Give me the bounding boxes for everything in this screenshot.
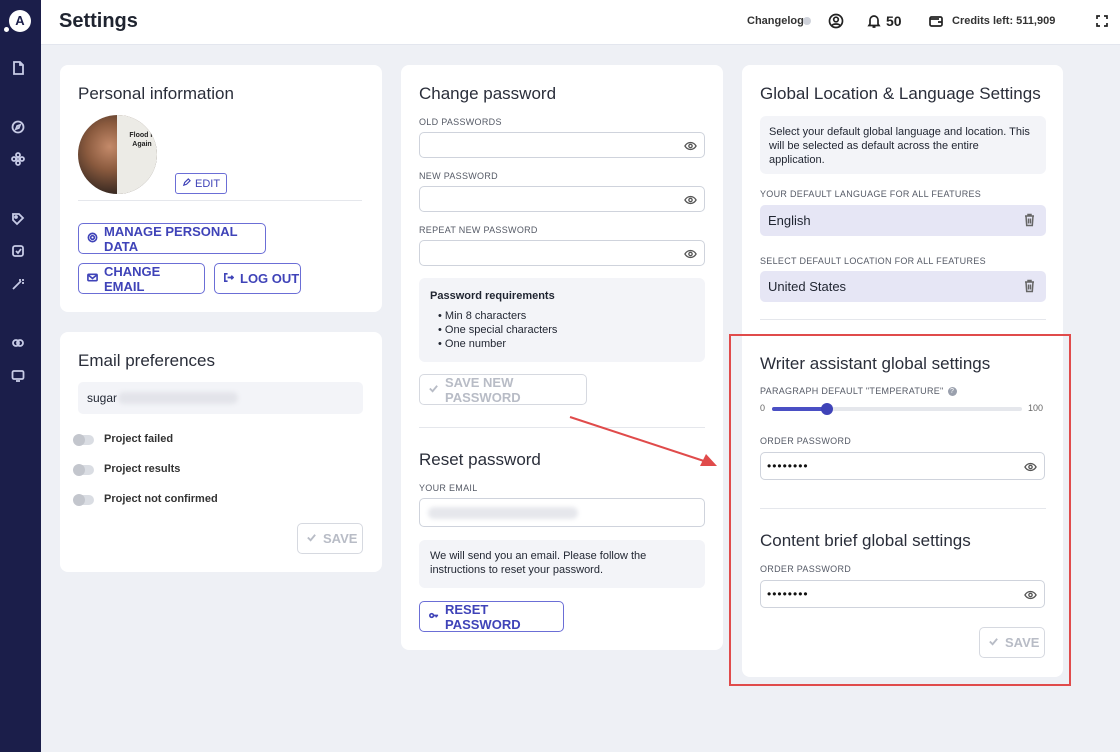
manage-personal-data-button[interactable]: MANAGE PERSONAL DATA [78, 223, 266, 254]
email-blurred [428, 507, 578, 519]
gear-icon [87, 231, 98, 246]
link-icon[interactable] [11, 336, 25, 350]
bell-icon[interactable] [866, 13, 882, 29]
wallet-icon[interactable] [928, 13, 944, 29]
edit-label: EDIT [195, 177, 221, 190]
requirement-item: • One special characters [438, 324, 558, 336]
language-select[interactable]: English [760, 205, 1046, 236]
personal-divider [78, 200, 362, 201]
trash-icon[interactable] [1023, 213, 1036, 227]
log-out-label: LOG OUT [240, 271, 300, 286]
email-preferences-card: Email preferences sugar Project failed P… [60, 332, 382, 572]
email-display: sugar [78, 382, 363, 414]
toggle-project-not-confirmed[interactable] [73, 494, 94, 506]
new-password-label: NEW PASSWORD [419, 171, 498, 181]
reset-password-button[interactable]: RESET PASSWORD [419, 601, 564, 632]
save-label: SAVE [323, 531, 358, 546]
tag-icon[interactable] [11, 212, 25, 226]
change-password-card: Change password OLD PASSWORDS NEW PASSWO… [401, 65, 723, 650]
check-icon [306, 531, 317, 546]
logout-icon [223, 271, 235, 286]
document-icon[interactable] [11, 61, 25, 75]
requirement-item: • Min 8 characters [438, 310, 527, 322]
fullscreen-icon[interactable] [1094, 13, 1110, 29]
toggle-label-project-failed: Project failed [104, 433, 174, 445]
global-divider [760, 319, 1046, 320]
change-email-button[interactable]: CHANGE EMAIL [78, 263, 205, 294]
page-title: Settings [59, 10, 138, 32]
user-icon[interactable] [828, 13, 844, 29]
magic-wand-icon[interactable] [11, 277, 25, 291]
eye-icon[interactable] [684, 247, 697, 259]
language-label: YOUR DEFAULT LANGUAGE FOR ALL FEATURES [760, 189, 982, 199]
new-password-input[interactable] [419, 186, 705, 212]
email-blurred [118, 392, 238, 404]
email-value: sugar [87, 391, 118, 405]
repeat-password-input[interactable] [419, 240, 705, 266]
eye-icon[interactable] [684, 193, 697, 205]
changelog-link[interactable]: Changelog [747, 15, 804, 27]
save-new-password-label: SAVE NEW PASSWORD [445, 374, 521, 405]
avatar: Flood It Again [78, 115, 157, 194]
old-password-label: OLD PASSWORDS [419, 117, 502, 127]
personal-info-card: Personal information Flood It Again EDIT… [60, 65, 382, 312]
avatar-caption: Flood It Again [129, 132, 155, 148]
repeat-password-label: REPEAT NEW PASSWORD [419, 225, 538, 235]
flower-icon[interactable] [11, 152, 25, 166]
logo-dot [4, 27, 9, 32]
location-label: SELECT DEFAULT LOCATION FOR ALL FEATURES [760, 256, 986, 266]
reset-password-label: RESET PASSWORD [445, 601, 521, 632]
top-bar: Settings Changelog 50 Credits left: 511,… [41, 0, 1120, 45]
toggle-label-project-not-confirmed: Project not confirmed [104, 493, 218, 505]
monitor-icon[interactable] [11, 369, 25, 383]
personal-info-title: Personal information [78, 84, 234, 103]
notification-count: 50 [886, 13, 902, 29]
old-password-input[interactable] [419, 132, 705, 158]
toggle-project-results[interactable] [73, 464, 94, 476]
check-icon [428, 382, 439, 397]
global-settings-title: Global Location & Language Settings [760, 84, 1041, 103]
toggle-project-failed[interactable] [73, 434, 94, 446]
reset-email-input[interactable] [419, 498, 705, 527]
email-prefs-save-button[interactable]: SAVE [297, 523, 363, 554]
change-email-label: CHANGE EMAIL [104, 263, 161, 294]
edit-check-icon[interactable] [11, 244, 25, 258]
reset-password-title: Reset password [419, 450, 541, 469]
mail-icon [87, 271, 98, 286]
changelog-status-dot [803, 17, 811, 25]
password-requirements-box: Password requirements • Min 8 characters… [419, 278, 705, 362]
pencil-icon [182, 177, 191, 190]
location-value: United States [768, 279, 847, 294]
toggle-label-project-results: Project results [104, 463, 181, 475]
credits-left: Credits left: 511,909 [952, 15, 1056, 27]
requirement-item: • One number [438, 338, 507, 350]
save-new-password-button[interactable]: SAVE NEW PASSWORD [419, 374, 587, 405]
password-requirements-title: Password requirements [430, 290, 555, 302]
your-email-label: YOUR EMAIL [419, 483, 478, 493]
key-icon [428, 609, 439, 624]
trash-icon[interactable] [1023, 279, 1036, 293]
change-password-title: Change password [419, 84, 557, 103]
log-out-button[interactable]: LOG OUT [214, 263, 301, 294]
location-select[interactable]: United States [760, 271, 1046, 302]
reset-info-box: We will send you an email. Please follow… [419, 540, 705, 588]
eye-icon[interactable] [684, 139, 697, 151]
language-value: English [768, 213, 811, 228]
highlight-box [729, 334, 1071, 686]
app-logo[interactable]: A [9, 10, 31, 32]
global-settings-info: Select your default global language and … [760, 116, 1046, 174]
edit-avatar-button[interactable]: EDIT [175, 173, 228, 194]
avatar-light-area [117, 115, 157, 194]
sidebar: A [0, 0, 41, 752]
annotation-arrow [569, 416, 717, 466]
email-preferences-title: Email preferences [78, 351, 216, 370]
compass-icon[interactable] [11, 120, 25, 134]
manage-personal-data-label: MANAGE PERSONAL DATA [104, 223, 238, 254]
